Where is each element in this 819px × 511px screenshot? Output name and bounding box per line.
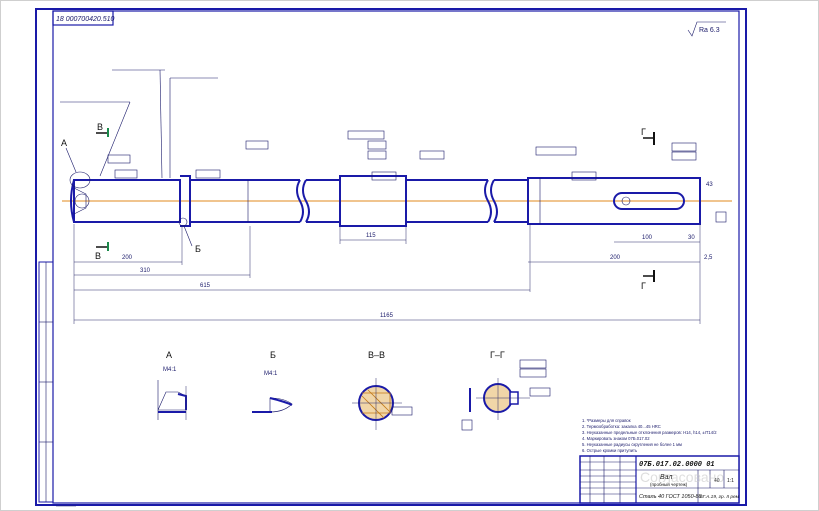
- dim-b: 310: [140, 268, 151, 274]
- view-B-title: Б: [270, 350, 276, 360]
- section-B-bottom-label: В: [95, 251, 101, 261]
- section-G-top-label: Г: [641, 127, 646, 137]
- view-A-scale: М4:1: [163, 367, 177, 373]
- view-A-title: А: [166, 350, 172, 360]
- section-BB-title: В–В: [368, 350, 385, 360]
- drawing-sheet: 18 000700420.510 Ra 6.3 В В Г Г А Б 1165…: [0, 0, 819, 511]
- tech-req-line-4: 4. Маркировать знаком 07Б.017.02: [582, 436, 650, 441]
- material: Сталь 40 ГОСТ 1050-88: [639, 494, 703, 500]
- material-extra: 6Г.А.19, гр. II рем: [700, 494, 740, 500]
- dim-c: 200: [122, 255, 133, 261]
- dim-g: 100: [642, 235, 653, 241]
- roughness-general: Ra 6.3: [699, 27, 720, 34]
- dim-e: 115: [366, 233, 376, 239]
- doc-code-text: 18 000700420.510: [56, 16, 114, 23]
- tech-req-line-5: 5. Неуказанные радиусы скругления не бол…: [582, 442, 682, 447]
- dim-d: 43: [706, 182, 713, 188]
- tech-req-line-1: 1. *Размеры для справок: [582, 418, 631, 423]
- title-code: 07Б.017.02.0000 01: [639, 461, 715, 469]
- tech-req-line-3: 3. Неуказанные предельные отклонения раз…: [582, 430, 717, 435]
- dim-h: 30: [688, 235, 695, 241]
- leader-B-label: Б: [195, 244, 201, 254]
- tech-req-line-6: 6. Острые кромки притупить: [582, 448, 638, 453]
- dim-f: 200: [610, 255, 621, 261]
- section-B-top-label: В: [97, 122, 103, 132]
- section-GG-title: Г–Г: [490, 350, 505, 360]
- leader-A-label: А: [61, 138, 67, 148]
- dim-i: 2,5: [704, 255, 713, 261]
- sheet-scale: 1:1: [727, 478, 734, 484]
- dim-overall: 1165: [380, 313, 394, 319]
- watermark: Согласовано: [640, 469, 724, 485]
- view-B-scale: М4:1: [264, 371, 278, 377]
- tech-req-line-2: 2. Термообработка: закалка 40...45 HRC: [582, 424, 661, 429]
- dim-a: 615: [200, 283, 211, 289]
- section-G-bottom-label: Г: [641, 281, 646, 291]
